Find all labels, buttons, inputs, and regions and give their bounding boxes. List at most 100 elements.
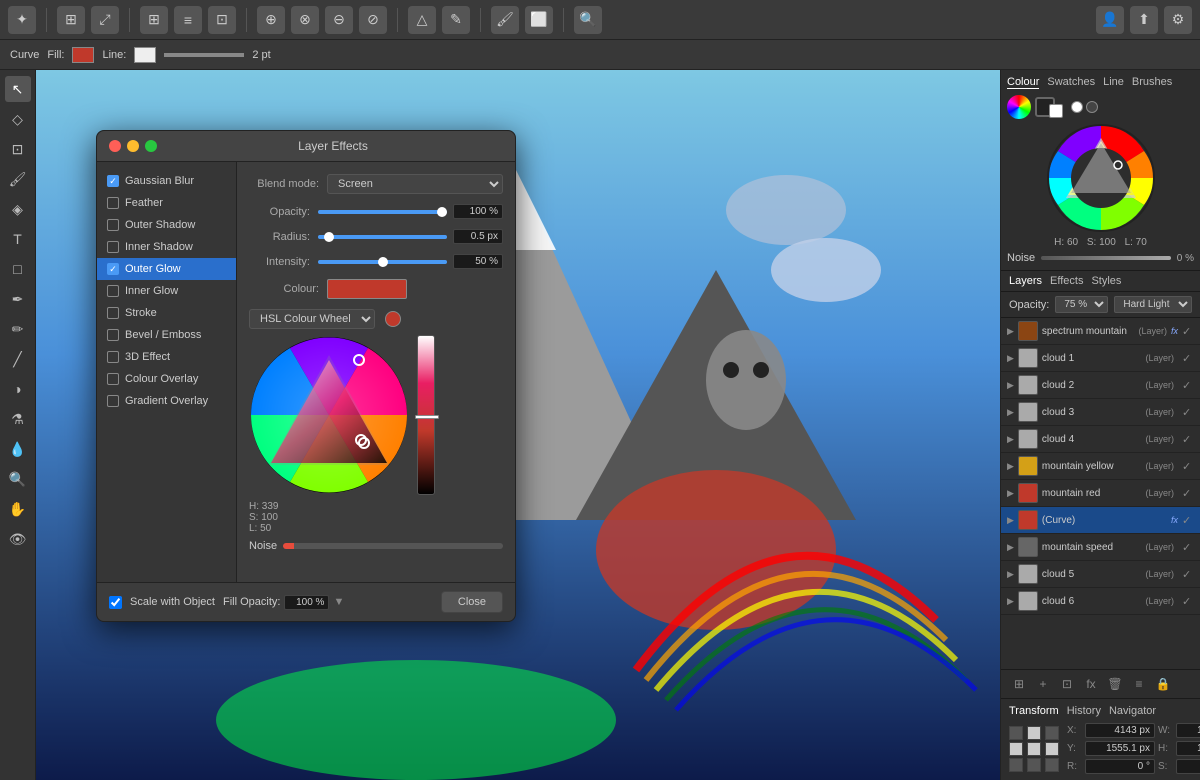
shape-tool[interactable]: □ <box>5 256 31 282</box>
divide-icon[interactable]: ⊘ <box>359 6 387 34</box>
opacity-slider[interactable] <box>318 210 447 214</box>
effect-checkbox-gradient-overlay[interactable] <box>107 395 119 407</box>
tab-colour[interactable]: Colour <box>1007 76 1039 89</box>
layer-item-9[interactable]: ▶cloud 5(Layer)✓ <box>1001 561 1200 588</box>
layer-item-1[interactable]: ▶cloud 1(Layer)✓ <box>1001 345 1200 372</box>
effect-checkbox-inner-shadow[interactable] <box>107 241 119 253</box>
expand-arrow-0[interactable]: ▶ <box>1007 326 1014 337</box>
app-logo-icon[interactable]: ✦ <box>8 6 36 34</box>
layer-vis-7[interactable]: ✓ <box>1182 514 1194 526</box>
fill-color-swatch[interactable] <box>72 47 94 63</box>
effect-item-outer-shadow[interactable]: Outer Shadow <box>97 214 236 236</box>
layer-vis-1[interactable]: ✓ <box>1182 352 1194 364</box>
zoom-tool[interactable]: 🔍 <box>5 466 31 492</box>
grid-icon[interactable]: ⊞ <box>140 6 168 34</box>
layer-item-2[interactable]: ▶cloud 2(Layer)✓ <box>1001 372 1200 399</box>
effect-item-inner-shadow[interactable]: Inner Shadow <box>97 236 236 258</box>
blend-mode-select[interactable]: NormalScreenMultiplyOverlayHard LightSof… <box>327 174 503 194</box>
expand-arrow-1[interactable]: ▶ <box>1007 353 1014 364</box>
fill-opacity-input[interactable] <box>284 595 329 610</box>
effect-checkbox-feather[interactable] <box>107 197 119 209</box>
corner-tl[interactable] <box>1009 726 1023 740</box>
effect-checkbox-bevel-/-emboss[interactable] <box>107 329 119 341</box>
eraser-icon[interactable]: ⬜ <box>525 6 553 34</box>
color-wheel-icon[interactable] <box>1007 95 1031 119</box>
brush-icon[interactable]: 🖌 <box>491 6 519 34</box>
effect-item-inner-glow[interactable]: Inner Glow <box>97 280 236 302</box>
effect-checkbox-gaussian-blur[interactable]: ✓ <box>107 175 119 187</box>
color-wheel-wrapper[interactable] <box>249 335 409 495</box>
effect-checkbox-colour-overlay[interactable] <box>107 373 119 385</box>
background-swatch[interactable] <box>1049 104 1063 118</box>
share-icon[interactable]: ⤢ <box>91 6 119 34</box>
layer-vis-6[interactable]: ✓ <box>1182 487 1194 499</box>
pen-tool[interactable]: ✒ <box>5 286 31 312</box>
y-input[interactable] <box>1085 741 1155 756</box>
line-width-slider[interactable] <box>164 53 244 57</box>
scale-with-object-checkbox[interactable] <box>109 596 122 609</box>
color-picker-dropdown[interactable]: HSL Colour Wheel <box>249 309 375 329</box>
expand-arrow-5[interactable]: ▶ <box>1007 461 1014 472</box>
tab-history[interactable]: History <box>1067 705 1101 717</box>
layer-item-10[interactable]: ▶cloud 6(Layer)✓ <box>1001 588 1200 615</box>
pencil-tool[interactable]: ✏ <box>5 316 31 342</box>
effect-checkbox-outer-glow[interactable]: ✓ <box>107 263 119 275</box>
effect-checkbox-3d-effect[interactable] <box>107 351 119 363</box>
tab-brushes[interactable]: Brushes <box>1132 76 1172 89</box>
main-color-wheel-svg[interactable] <box>1046 123 1156 233</box>
corner-tc[interactable] <box>1027 726 1041 740</box>
expand-arrow-4[interactable]: ▶ <box>1007 434 1014 445</box>
new-doc-icon[interactable]: ⊞ <box>57 6 85 34</box>
expand-arrow-8[interactable]: ▶ <box>1007 542 1014 553</box>
effect-item-gaussian-blur[interactable]: ✓Gaussian Blur <box>97 170 236 192</box>
effect-item-outer-glow[interactable]: ✓Outer Glow <box>97 258 236 280</box>
subtract-icon[interactable]: ⊖ <box>325 6 353 34</box>
tab-navigator[interactable]: Navigator <box>1109 705 1156 717</box>
view-tool[interactable]: 👁 <box>5 526 31 552</box>
expand-arrow-9[interactable]: ▶ <box>1007 569 1014 580</box>
color-wheel-svg[interactable] <box>249 335 409 495</box>
node-tool[interactable]: ◇ <box>5 106 31 132</box>
select-tool[interactable]: ↖ <box>5 76 31 102</box>
w-input[interactable] <box>1176 723 1200 738</box>
fill-tool[interactable]: ◈ <box>5 196 31 222</box>
align-icon[interactable]: ≡ <box>174 6 202 34</box>
mask-icon[interactable]: ⊡ <box>1057 674 1077 694</box>
layer-vis-0[interactable]: ✓ <box>1182 325 1194 337</box>
h-input[interactable] <box>1176 741 1200 756</box>
layer-vis-10[interactable]: ✓ <box>1182 595 1194 607</box>
expand-arrow-6[interactable]: ▶ <box>1007 488 1014 499</box>
tab-swatches[interactable]: Swatches <box>1047 76 1095 89</box>
layer-item-3[interactable]: ▶cloud 3(Layer)✓ <box>1001 399 1200 426</box>
corner-bc[interactable] <box>1027 758 1041 772</box>
expand-arrow-2[interactable]: ▶ <box>1007 380 1014 391</box>
layers-more-icon[interactable]: ≡ <box>1129 674 1149 694</box>
layer-vis-9[interactable]: ✓ <box>1182 568 1194 580</box>
tab-styles[interactable]: Styles <box>1091 275 1121 287</box>
layer-item-7[interactable]: ▶(Curve)fx✓ <box>1001 507 1200 534</box>
layer-vis-4[interactable]: ✓ <box>1182 433 1194 445</box>
user-icon[interactable]: 👤 <box>1096 6 1124 34</box>
lock-icon[interactable]: 🔒 <box>1153 674 1173 694</box>
expand-arrow-10[interactable]: ▶ <box>1007 596 1014 607</box>
paint-tool[interactable]: 🖌 <box>5 166 31 192</box>
delete-layer-icon[interactable]: 🗑 <box>1105 674 1125 694</box>
layers-blend-select[interactable]: Hard Light <box>1114 296 1192 313</box>
color-picker-tool[interactable]: ⚗ <box>5 406 31 432</box>
corner-bl[interactable] <box>1009 758 1023 772</box>
eyedropper-tool[interactable]: 💧 <box>5 436 31 462</box>
layer-item-8[interactable]: ▶mountain speed(Layer)✓ <box>1001 534 1200 561</box>
layer-vis-3[interactable]: ✓ <box>1182 406 1194 418</box>
hand-tool[interactable]: ✋ <box>5 496 31 522</box>
expand-arrow-3[interactable]: ▶ <box>1007 407 1014 418</box>
transform-icon[interactable]: ⊡ <box>208 6 236 34</box>
effect-item-gradient-overlay[interactable]: Gradient Overlay <box>97 390 236 412</box>
r-input[interactable] <box>1085 759 1155 774</box>
color-bar-vertical[interactable] <box>417 335 435 495</box>
effect-checkbox-stroke[interactable] <box>107 307 119 319</box>
intersect-icon[interactable]: ⊗ <box>291 6 319 34</box>
effect-item-bevel-/-emboss[interactable]: Bevel / Emboss <box>97 324 236 346</box>
effect-item-3d-effect[interactable]: 3D Effect <box>97 346 236 368</box>
add-layer-icon[interactable]: + <box>1033 674 1053 694</box>
effect-item-stroke[interactable]: Stroke <box>97 302 236 324</box>
